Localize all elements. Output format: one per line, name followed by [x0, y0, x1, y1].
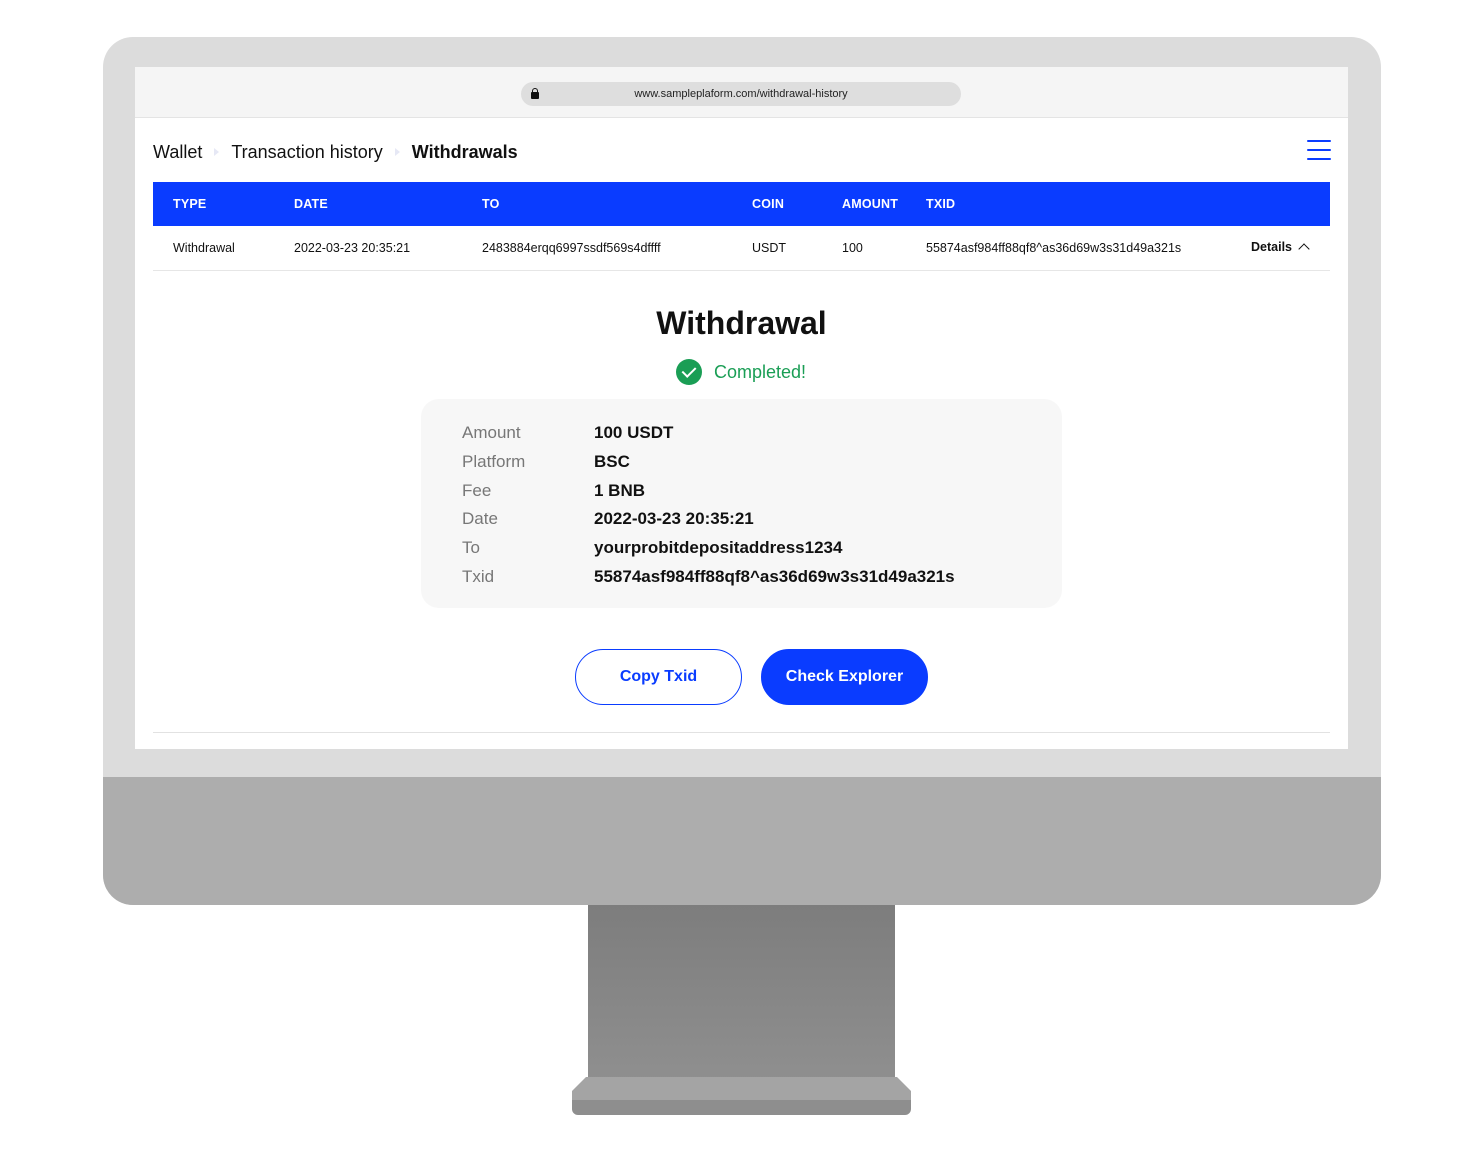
monitor-chin — [103, 777, 1381, 905]
monitor-stand-neck — [588, 905, 895, 1081]
lock-icon — [531, 88, 539, 99]
details-toggle[interactable]: Details — [1251, 240, 1310, 255]
info-row-amount: Amount 100 USDT — [462, 423, 673, 445]
info-label: Txid — [462, 567, 495, 586]
chevron-up-icon — [1298, 243, 1310, 255]
cell-type: Withdrawal — [173, 241, 235, 255]
column-header-type: TYPE — [173, 197, 207, 211]
info-value: 1 BNB — [594, 481, 646, 500]
browser-screen: www.sampleplaform.com/withdrawal-history… — [135, 67, 1348, 749]
info-row-txid: Txid 55874asf984ff88qf8^as36d69w3s31d49a… — [462, 567, 955, 589]
info-row-date: Date 2022-03-23 20:35:21 — [462, 509, 754, 531]
info-value: BSC — [594, 452, 630, 471]
check-circle-icon — [676, 359, 702, 385]
info-label: Amount — [462, 423, 521, 442]
table-header: TYPE DATE TO COIN AMOUNT TXID — [153, 182, 1330, 226]
column-header-to: TO — [482, 197, 500, 211]
breadcrumb-separator-icon — [394, 148, 400, 156]
column-header-date: DATE — [294, 197, 328, 211]
info-value: yourprobitdepositaddress1234 — [594, 538, 843, 557]
detail-title: Withdrawal — [656, 305, 827, 341]
breadcrumb-transaction-history[interactable]: Transaction history — [231, 142, 382, 163]
info-value: 2022-03-23 20:35:21 — [594, 509, 754, 528]
details-label: Details — [1251, 240, 1292, 254]
info-label: To — [462, 538, 480, 557]
column-header-txid: TXID — [926, 197, 956, 211]
breadcrumb-separator-icon — [214, 148, 220, 156]
breadcrumb-withdrawals: Withdrawals — [411, 141, 518, 162]
cell-amount: 100 — [842, 241, 863, 255]
cell-to: 2483884erqq6997ssdf569s4dffff — [482, 241, 661, 255]
column-header-amount: AMOUNT — [842, 197, 899, 211]
column-header-coin: COIN — [752, 197, 785, 211]
info-row-platform: Platform BSC — [462, 452, 630, 474]
cell-txid: 55874asf984ff88qf8^as36d69w3s31d49a321s — [926, 241, 1182, 255]
status-text: Completed! — [714, 361, 807, 382]
info-row-fee: Fee 1 BNB — [462, 481, 645, 503]
hamburger-menu-icon[interactable] — [1307, 139, 1331, 161]
table-row[interactable]: Withdrawal 2022-03-23 20:35:21 2483884er… — [153, 226, 1330, 271]
check-explorer-button[interactable]: Check Explorer — [761, 649, 928, 705]
info-value: 100 USDT — [594, 423, 674, 442]
breadcrumb: Wallet Transaction history Withdrawals — [153, 139, 518, 165]
copy-txid-button[interactable]: Copy Txid — [575, 649, 742, 705]
info-value: 55874asf984ff88qf8^as36d69w3s31d49a321s — [594, 567, 955, 586]
info-row-to: To yourprobitdepositaddress1234 — [462, 538, 842, 560]
cell-date: 2022-03-23 20:35:21 — [294, 241, 411, 255]
monitor-stand-base — [572, 1077, 911, 1101]
withdrawal-info-card: Amount 100 USDT Platform BSC Fee 1 BNB D… — [421, 399, 1062, 608]
url-text: www.sampleplaform.com/withdrawal-history — [634, 88, 848, 100]
monitor-frame: www.sampleplaform.com/withdrawal-history… — [103, 37, 1381, 905]
status-badge: Completed! — [676, 359, 806, 385]
cell-coin: USDT — [752, 241, 787, 255]
monitor-stand-base-edge — [572, 1100, 911, 1115]
breadcrumb-wallet[interactable]: Wallet — [153, 142, 202, 163]
browser-toolbar: www.sampleplaform.com/withdrawal-history — [135, 67, 1348, 118]
info-label: Fee — [462, 481, 492, 500]
address-bar[interactable]: www.sampleplaform.com/withdrawal-history — [521, 82, 961, 106]
info-label: Platform — [462, 452, 526, 471]
info-label: Date — [462, 509, 498, 528]
divider — [153, 732, 1330, 733]
